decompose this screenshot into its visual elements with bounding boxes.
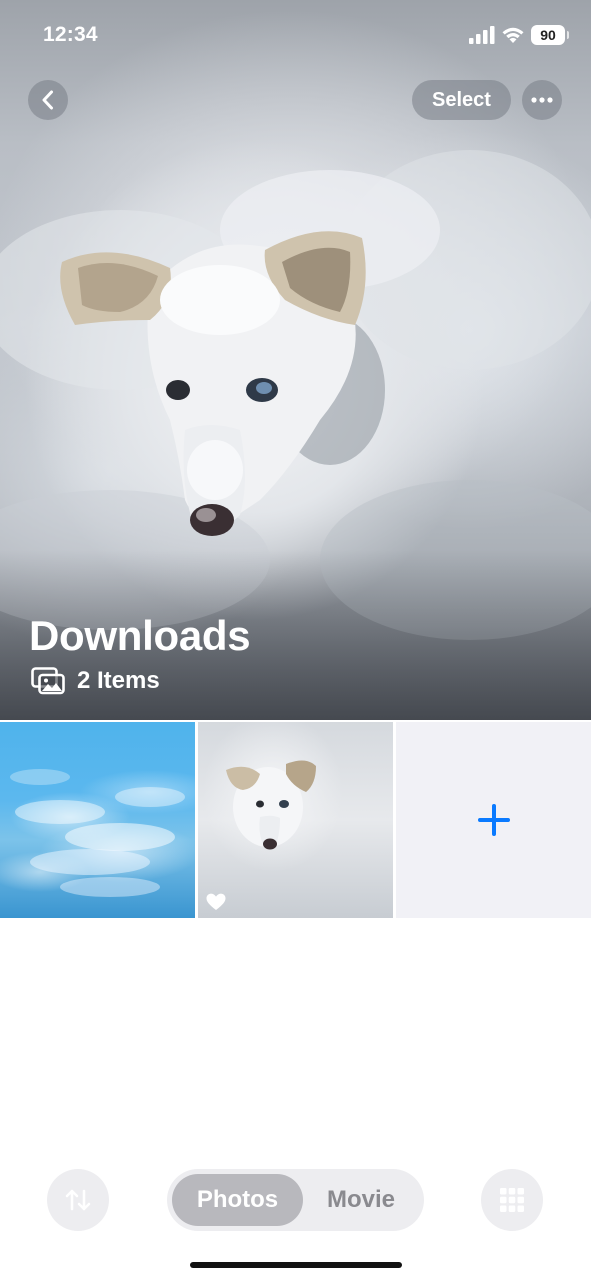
sort-button[interactable] <box>47 1169 109 1231</box>
album-item-count: 2 Items <box>77 667 160 694</box>
more-button[interactable] <box>522 80 562 120</box>
media-type-segmented-control: Photos Movie <box>167 1169 424 1231</box>
grid-icon <box>500 1188 524 1212</box>
photo-grid <box>0 722 591 918</box>
album-item-count-row: 2 Items <box>31 664 160 698</box>
sort-arrows-icon <box>65 1189 91 1211</box>
heart-icon <box>206 893 226 910</box>
chevron-left-icon <box>42 90 53 110</box>
sky-clouds-illustration <box>10 769 185 897</box>
album-hero-photo[interactable]: 12:34 90 Select Downloads 2 Items <box>0 0 591 720</box>
status-indicators: 90 <box>469 24 569 46</box>
home-indicator[interactable] <box>190 1262 402 1268</box>
back-button[interactable] <box>28 80 68 120</box>
album-title: Downloads <box>29 612 251 659</box>
battery-icon: 90 <box>531 25 569 45</box>
plus-icon <box>477 804 510 836</box>
select-button[interactable]: Select <box>412 80 511 120</box>
wifi-icon <box>502 27 524 43</box>
segment-photos[interactable]: Photos <box>172 1174 303 1226</box>
ellipsis-icon <box>531 97 553 103</box>
photo-stack-icon <box>31 667 65 695</box>
dog-thumbnail-illustration <box>226 760 316 850</box>
add-photo-tile[interactable] <box>396 722 591 918</box>
segment-movie[interactable]: Movie <box>303 1174 419 1226</box>
photo-thumbnail-dog[interactable] <box>198 722 393 918</box>
signal-icon <box>469 26 495 44</box>
grid-view-button[interactable] <box>481 1169 543 1231</box>
status-time: 12:34 <box>43 23 98 46</box>
photo-thumbnail-sky[interactable] <box>0 722 195 918</box>
